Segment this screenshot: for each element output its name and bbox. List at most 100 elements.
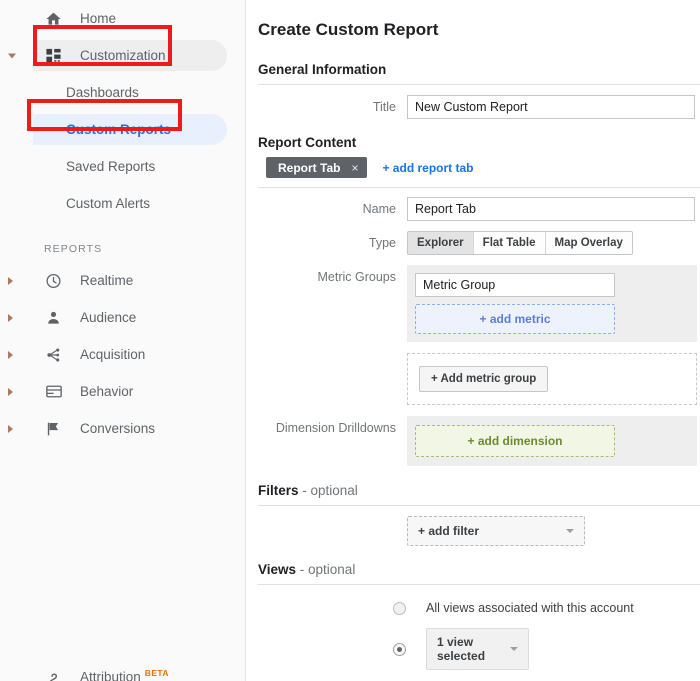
field-row-name: Name (258, 197, 700, 221)
metric-group-name-input[interactable] (415, 273, 615, 297)
label-metric-groups: Metric Groups (258, 265, 407, 284)
metric-group-panel: + add metric (407, 265, 697, 342)
field-row-title: Title (258, 95, 700, 119)
views-option-selected-row[interactable]: 1 view selected (258, 628, 700, 670)
sidebar-item-custom-alerts[interactable]: Custom Alerts (0, 185, 245, 222)
sidebar-item-saved-reports[interactable]: Saved Reports (0, 148, 245, 185)
radio-view-selected[interactable] (393, 643, 406, 656)
divider (258, 505, 700, 506)
label-type: Type (258, 231, 407, 250)
label-dimension-drilldowns: Dimension Drilldowns (258, 416, 407, 435)
chevron-right-icon[interactable] (8, 425, 13, 433)
filters-heading-text: Filters (258, 483, 299, 498)
field-row-filters: + add filter (258, 516, 700, 546)
sidebar-item-label-customization: Customization (80, 48, 166, 63)
radio-all-views[interactable] (393, 602, 406, 615)
sidebar-item-attribution[interactable]: Attribution BETA (0, 658, 245, 681)
views-optional-text: - optional (296, 562, 355, 577)
type-option-explorer[interactable]: Explorer (408, 232, 474, 254)
card-icon (44, 382, 63, 401)
chevron-down-icon (566, 529, 574, 533)
view-select-dropdown[interactable]: 1 view selected (426, 628, 529, 670)
attribution-path-icon (44, 667, 63, 681)
add-metric-button[interactable]: + add metric (415, 304, 615, 334)
field-row-dimension-drilldowns: Dimension Drilldowns + add dimension (258, 416, 700, 466)
title-input[interactable] (407, 95, 695, 119)
views-option-all-row[interactable]: All views associated with this account (258, 601, 700, 615)
add-metric-group-dropzone: + Add metric group (407, 353, 697, 405)
add-filter-label: + add filter (418, 524, 479, 538)
section-heading-filters: Filters - optional (258, 483, 700, 498)
sidebar-item-label-saved-reports: Saved Reports (66, 159, 155, 174)
beta-badge: BETA (145, 668, 169, 678)
chevron-down-icon (510, 647, 518, 651)
sidebar-item-label-attribution: Attribution BETA (80, 668, 169, 681)
view-select-label: 1 view selected (437, 635, 510, 663)
section-heading-report-content: Report Content (258, 135, 700, 150)
add-metric-group-button[interactable]: + Add metric group (419, 366, 548, 392)
chevron-right-icon[interactable] (8, 314, 13, 322)
sidebar-item-label-custom-reports: Custom Reports (66, 122, 171, 137)
app-root: Home Customization Dashboards Custom Rep… (0, 0, 700, 681)
label-title: Title (258, 95, 407, 114)
chevron-right-icon[interactable] (8, 388, 13, 396)
label-filters-spacer (258, 516, 407, 521)
attribution-text: Attribution (80, 670, 141, 681)
name-input[interactable] (407, 197, 695, 221)
close-icon[interactable]: × (351, 161, 358, 175)
home-icon (44, 9, 63, 28)
sidebar-item-label-custom-alerts: Custom Alerts (66, 196, 150, 211)
views-heading-text: Views (258, 562, 296, 577)
add-filter-button[interactable]: + add filter (407, 516, 585, 546)
filters-optional-text: - optional (299, 483, 358, 498)
divider (258, 584, 700, 585)
sidebar-item-realtime[interactable]: Realtime (0, 262, 245, 299)
sidebar-item-label-conversions: Conversions (80, 421, 155, 436)
add-report-tab-link[interactable]: + add report tab (382, 161, 473, 175)
type-option-flat-table[interactable]: Flat Table (474, 232, 546, 254)
sidebar-item-label-audience: Audience (80, 310, 136, 325)
field-row-type: Type Explorer Flat Table Map Overlay (258, 231, 700, 255)
customization-grid-icon (44, 46, 63, 65)
section-heading-general-information: General Information (258, 62, 700, 77)
field-row-metric-groups: Metric Groups + add metric + Add metric … (258, 265, 700, 405)
radio-all-views-label: All views associated with this account (426, 601, 634, 615)
chevron-right-icon[interactable] (8, 277, 13, 285)
chevron-right-icon[interactable] (8, 351, 13, 359)
type-option-map-overlay[interactable]: Map Overlay (546, 232, 632, 254)
section-heading-views: Views - optional (258, 562, 700, 577)
sidebar-item-customization[interactable]: Customization (0, 37, 245, 74)
sidebar-item-label-behavior: Behavior (80, 384, 133, 399)
report-tab-strip: Report Tab × + add report tab (266, 157, 700, 178)
person-icon (44, 308, 63, 327)
sidebar-item-label-acquisition: Acquisition (80, 347, 145, 362)
type-segmented-control: Explorer Flat Table Map Overlay (407, 231, 633, 255)
label-name: Name (258, 197, 407, 216)
share-nodes-icon (44, 345, 63, 364)
sidebar-item-dashboards[interactable]: Dashboards (0, 74, 245, 111)
dimension-drilldowns-panel: + add dimension (407, 416, 697, 466)
report-tab-chip[interactable]: Report Tab × (266, 157, 367, 178)
divider (258, 187, 700, 188)
sidebar-reports-section: REPORTS (0, 222, 245, 262)
sidebar-item-behavior[interactable]: Behavior (0, 373, 245, 410)
sidebar: Home Customization Dashboards Custom Rep… (0, 0, 246, 681)
divider (258, 84, 700, 85)
report-tab-chip-label: Report Tab (278, 161, 340, 175)
flag-icon (44, 419, 63, 438)
chevron-down-icon[interactable] (8, 53, 16, 58)
clock-icon (44, 271, 63, 290)
add-dimension-button[interactable]: + add dimension (415, 425, 615, 457)
sidebar-item-label-realtime: Realtime (80, 273, 133, 288)
metric-groups-area: + add metric + Add metric group (407, 265, 697, 405)
sidebar-item-audience[interactable]: Audience (0, 299, 245, 336)
sidebar-item-home[interactable]: Home (0, 0, 245, 37)
sidebar-item-label-home: Home (80, 11, 116, 26)
sidebar-section-label-reports: REPORTS (44, 243, 102, 255)
main-content: Create Custom Report General Information… (246, 0, 700, 681)
sidebar-item-custom-reports[interactable]: Custom Reports (0, 111, 245, 148)
page-title: Create Custom Report (258, 20, 700, 40)
sidebar-item-label-dashboards: Dashboards (66, 85, 139, 100)
sidebar-item-acquisition[interactable]: Acquisition (0, 336, 245, 373)
sidebar-item-conversions[interactable]: Conversions (0, 410, 245, 447)
